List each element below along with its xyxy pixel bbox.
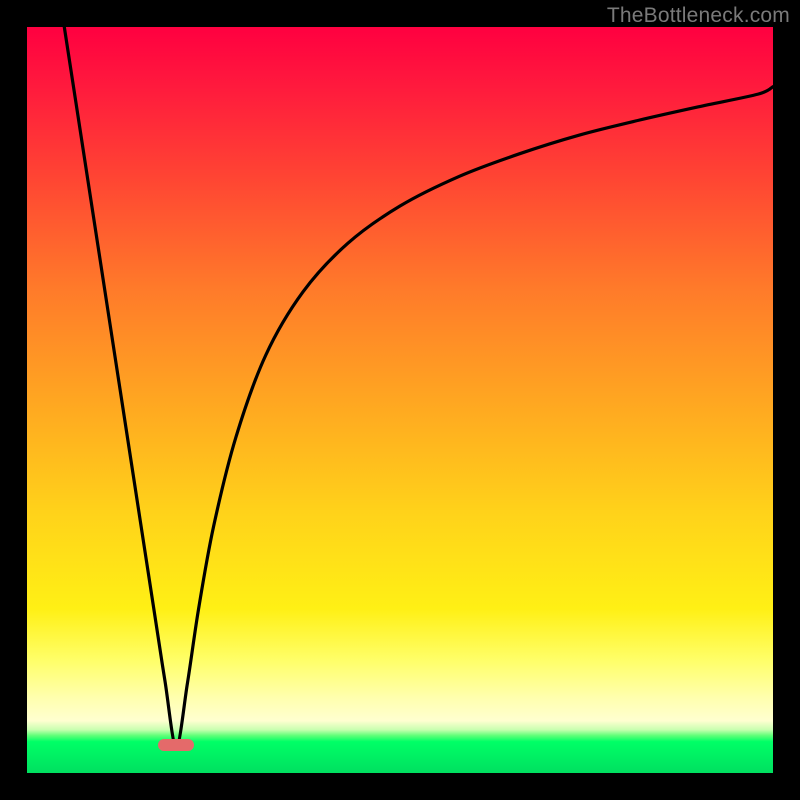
minimum-marker <box>158 739 194 751</box>
chart-stage: TheBottleneck.com <box>0 0 800 800</box>
watermark-text: TheBottleneck.com <box>607 4 790 28</box>
plot-area <box>27 27 773 773</box>
bottleneck-curve <box>27 27 773 773</box>
curve-path <box>64 27 773 747</box>
